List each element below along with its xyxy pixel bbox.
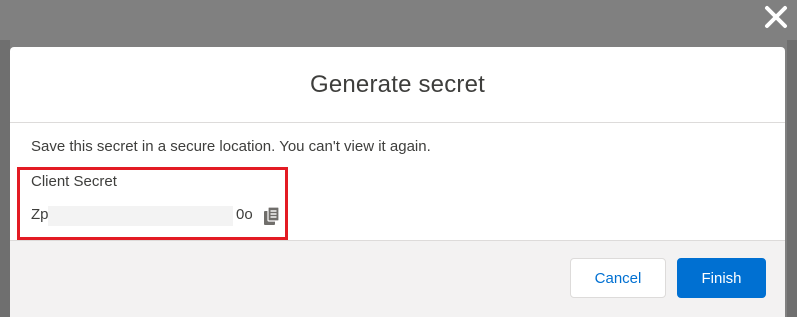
client-secret-label: Client Secret: [31, 173, 117, 190]
secret-value-start: Zp: [31, 206, 49, 223]
copy-icon[interactable]: [263, 206, 281, 226]
secret-redaction: [48, 206, 233, 226]
modal-title: Generate secret: [309, 70, 486, 98]
modal-body: Save this secret in a secure location. Y…: [10, 123, 785, 239]
close-icon[interactable]: [761, 2, 791, 32]
modal-footer: Cancel Finish: [10, 240, 785, 317]
modal-header: Generate secret: [10, 47, 785, 123]
client-secret-value: Zp 0o: [31, 206, 291, 226]
secret-value-end: 0o: [236, 206, 253, 223]
cancel-button[interactable]: Cancel: [570, 258, 666, 298]
finish-button[interactable]: Finish: [677, 258, 766, 298]
generate-secret-modal: Generate secret Save this secret in a se…: [10, 47, 785, 317]
info-text: Save this secret in a secure location. Y…: [31, 138, 431, 155]
backdrop-edge-left: [0, 40, 10, 317]
backdrop-edge-right: [787, 40, 797, 317]
